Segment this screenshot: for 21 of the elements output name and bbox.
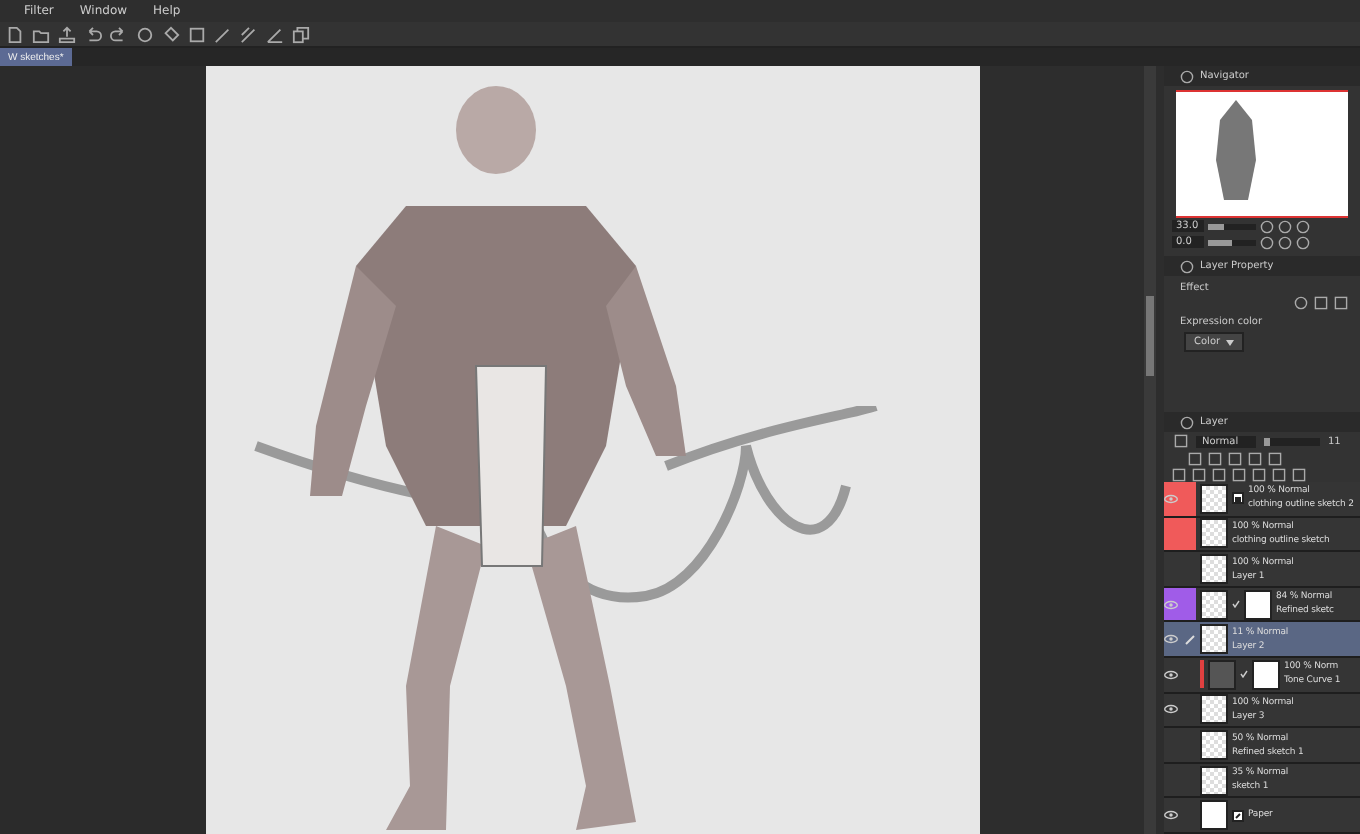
redo-icon[interactable] (110, 25, 128, 43)
eye-icon[interactable] (1164, 669, 1178, 680)
scrollbar[interactable] (1144, 66, 1156, 834)
open-folder-icon[interactable] (32, 25, 50, 43)
rotation-slider[interactable] (1208, 239, 1256, 245)
eye-icon[interactable] (1164, 810, 1178, 821)
upload-icon[interactable] (58, 25, 76, 43)
mask-link-icon (1232, 600, 1240, 609)
figure-thumbnail-drawing (1212, 100, 1260, 204)
copy-icon[interactable] (292, 25, 310, 43)
mask-link-icon (1240, 670, 1248, 679)
new-file-icon[interactable] (6, 25, 24, 43)
layer-type-icon (1232, 492, 1244, 505)
undo-icon[interactable] (84, 25, 102, 43)
zoom-slider[interactable] (1208, 223, 1256, 229)
frame-icon[interactable] (188, 25, 206, 43)
opacity-slider[interactable] (1264, 437, 1320, 446)
eye-icon[interactable] (1164, 634, 1178, 645)
caret-icon (1226, 339, 1235, 345)
paper-layer-icon (1232, 809, 1244, 822)
eye-icon[interactable] (1164, 704, 1178, 715)
